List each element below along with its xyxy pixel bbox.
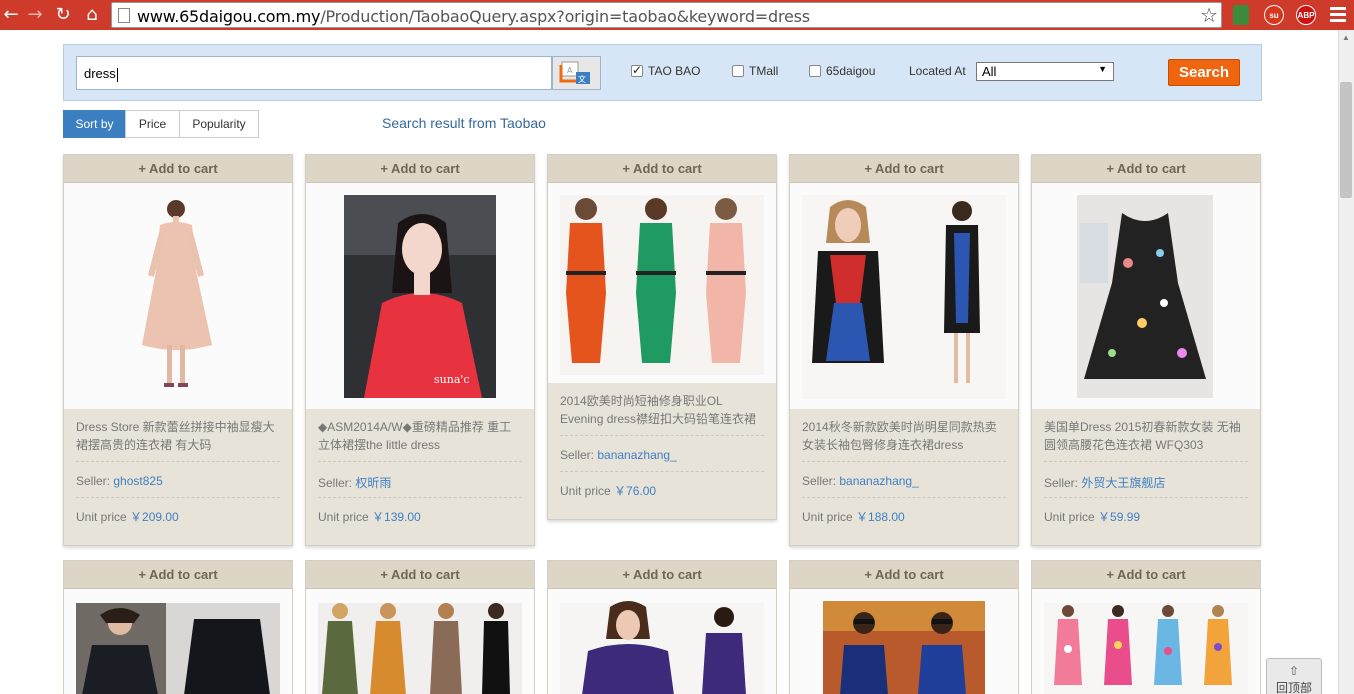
- add-to-cart-button[interactable]: + Add to cart: [790, 561, 1018, 589]
- product-card[interactable]: + Add to cart: [63, 560, 293, 694]
- product-title[interactable]: 2014欧美时尚短袖修身职业OL Evening dress襟纽扣大码铅笔连衣裙: [548, 383, 776, 435]
- forward-icon[interactable]: →: [24, 3, 46, 27]
- product-title[interactable]: Dress Store 新款蕾丝拼接中袖显瘦大裙摆高贵的连衣裙 有大码: [64, 409, 292, 461]
- seller-link[interactable]: bananazhang_: [597, 448, 676, 462]
- search-button[interactable]: Search: [1168, 59, 1240, 86]
- product-card[interactable]: + Add to cart 2014欧美时尚短袖修身职业OL Evening d…: [547, 154, 777, 520]
- back-to-top-button[interactable]: ⇧ 回顶部: [1266, 658, 1322, 694]
- seller-link[interactable]: 外贸大王旗舰店: [1081, 476, 1165, 490]
- product-title[interactable]: 美国单Dress 2015初春新款女装 无袖圆领高腰花色连衣裙 WFQ303: [1032, 409, 1260, 461]
- add-to-cart-button[interactable]: + Add to cart: [306, 561, 534, 589]
- product-title[interactable]: ◆ASM2014A/W◆重磅精品推荐 重工立体裙摆the little dres…: [306, 409, 534, 461]
- 65daigou-checkbox[interactable]: [809, 65, 821, 77]
- product-price: Unit price ￥59.99: [1044, 497, 1248, 533]
- bookmark-extension-icon[interactable]: [1233, 5, 1249, 25]
- option-label: TAO BAO: [648, 64, 701, 78]
- option-label: TMall: [749, 64, 779, 78]
- add-to-cart-button[interactable]: + Add to cart: [1032, 561, 1260, 589]
- tab-price[interactable]: Price: [125, 110, 180, 138]
- tmall-checkbox[interactable]: [732, 65, 744, 77]
- search-panel: dress A 文 TAO BAO TMall 65daigou Located…: [63, 44, 1262, 101]
- up-arrow-icon: ⇧: [1288, 664, 1300, 678]
- option-taobao[interactable]: TAO BAO: [631, 63, 701, 78]
- product-seller: Seller: 外贸大王旗舰店: [1044, 461, 1248, 497]
- product-seller: Seller: bananazhang_: [560, 435, 764, 471]
- product-image[interactable]: suna'c: [306, 183, 534, 409]
- adblock-icon[interactable]: ABP: [1296, 5, 1316, 25]
- location-select[interactable]: All ▼: [976, 62, 1114, 81]
- located-at-label: Located At: [909, 64, 966, 78]
- product-card[interactable]: + Add to cart 2014秋冬新款欧美时尚明星同款热卖女装长袖包臀修身…: [789, 154, 1019, 546]
- product-image[interactable]: [64, 589, 292, 694]
- scrollbar-thumb[interactable]: [1340, 82, 1352, 198]
- product-image[interactable]: [548, 589, 776, 694]
- sort-tabs: Sort by Price Popularity: [63, 110, 259, 138]
- back-to-top-label: 回顶部: [1275, 681, 1312, 694]
- search-result-source: Search result from Taobao: [382, 115, 546, 131]
- add-to-cart-button[interactable]: + Add to cart: [64, 155, 292, 183]
- option-label: 65daigou: [826, 64, 876, 78]
- seller-link[interactable]: ghost825: [113, 474, 162, 488]
- translate-button[interactable]: A 文: [552, 56, 601, 90]
- reload-icon[interactable]: ↻: [52, 3, 74, 27]
- add-to-cart-button[interactable]: + Add to cart: [548, 155, 776, 183]
- svg-text:suna'c: suna'c: [434, 373, 470, 386]
- product-seller: Seller: ghost825: [76, 461, 280, 497]
- add-to-cart-button[interactable]: + Add to cart: [1032, 155, 1260, 183]
- bookmark-star-icon[interactable]: ☆: [1200, 3, 1218, 27]
- product-seller: Seller: 权昕雨: [318, 461, 522, 497]
- product-price: Unit price ￥139.00: [318, 497, 522, 533]
- translate-icon: A 文: [559, 61, 590, 84]
- seller-link[interactable]: bananazhang_: [839, 474, 918, 488]
- product-price: Unit price ￥188.00: [802, 497, 1006, 533]
- product-price: Unit price ￥76.00: [560, 471, 764, 507]
- scroll-up-arrow-icon[interactable]: ▲: [1338, 30, 1354, 46]
- product-card[interactable]: + Add to cart: [1031, 560, 1261, 694]
- product-image[interactable]: [1032, 183, 1260, 409]
- seller-link[interactable]: 权昕雨: [355, 476, 391, 490]
- product-card[interactable]: + Add to cart: [547, 560, 777, 694]
- option-tmall[interactable]: TMall: [732, 64, 778, 78]
- add-to-cart-button[interactable]: + Add to cart: [64, 561, 292, 589]
- menu-icon[interactable]: [1330, 7, 1346, 23]
- product-image[interactable]: [790, 589, 1018, 694]
- product-card[interactable]: + Add to cart suna'c ◆ASM2014A/W◆重磅精品推荐 …: [305, 154, 535, 546]
- product-title[interactable]: 2014秋冬新款欧美时尚明星同款热卖女装长袖包臀修身连衣裙dress: [790, 409, 1018, 461]
- browser-toolbar: ← → ↻ ⌂ www.65daigou.com.my/Production/T…: [0, 0, 1354, 30]
- svg-text:A: A: [567, 66, 573, 75]
- add-to-cart-button[interactable]: + Add to cart: [306, 155, 534, 183]
- product-card[interactable]: + Add to cart: [305, 560, 535, 694]
- back-icon[interactable]: ←: [0, 3, 22, 27]
- tab-sort-by[interactable]: Sort by: [63, 110, 126, 138]
- product-image[interactable]: [548, 183, 776, 383]
- add-to-cart-button[interactable]: + Add to cart: [548, 561, 776, 589]
- address-bar[interactable]: www.65daigou.com.my/Production/TaobaoQue…: [111, 2, 1222, 28]
- product-card[interactable]: + Add to cart Dress Store 新款蕾丝拼接中袖显瘦大裙摆高…: [63, 154, 293, 546]
- product-card[interactable]: + Add to cart 美国单Dress 2015初春新款女装 无袖圆领高腰…: [1031, 154, 1261, 546]
- page-icon: [118, 8, 130, 23]
- product-image[interactable]: [1032, 589, 1260, 694]
- svg-text:文: 文: [578, 74, 586, 84]
- product-image[interactable]: [790, 183, 1018, 409]
- product-card[interactable]: + Add to cart: [789, 560, 1019, 694]
- product-seller: Seller: bananazhang_: [802, 461, 1006, 497]
- product-price: Unit price ￥209.00: [76, 497, 280, 533]
- tab-popularity[interactable]: Popularity: [179, 110, 259, 138]
- option-65daigou[interactable]: 65daigou: [809, 64, 875, 78]
- taobao-checkbox[interactable]: [631, 63, 643, 77]
- product-image[interactable]: [306, 589, 534, 694]
- url-text: www.65daigou.com.my/Production/TaobaoQue…: [137, 7, 810, 26]
- dropdown-arrow-icon: ▼: [1098, 64, 1107, 74]
- search-input[interactable]: dress: [76, 56, 552, 90]
- add-to-cart-button[interactable]: + Add to cart: [790, 155, 1018, 183]
- stumbleupon-icon[interactable]: su: [1264, 5, 1284, 25]
- product-image[interactable]: [64, 183, 292, 409]
- home-icon[interactable]: ⌂: [81, 3, 103, 27]
